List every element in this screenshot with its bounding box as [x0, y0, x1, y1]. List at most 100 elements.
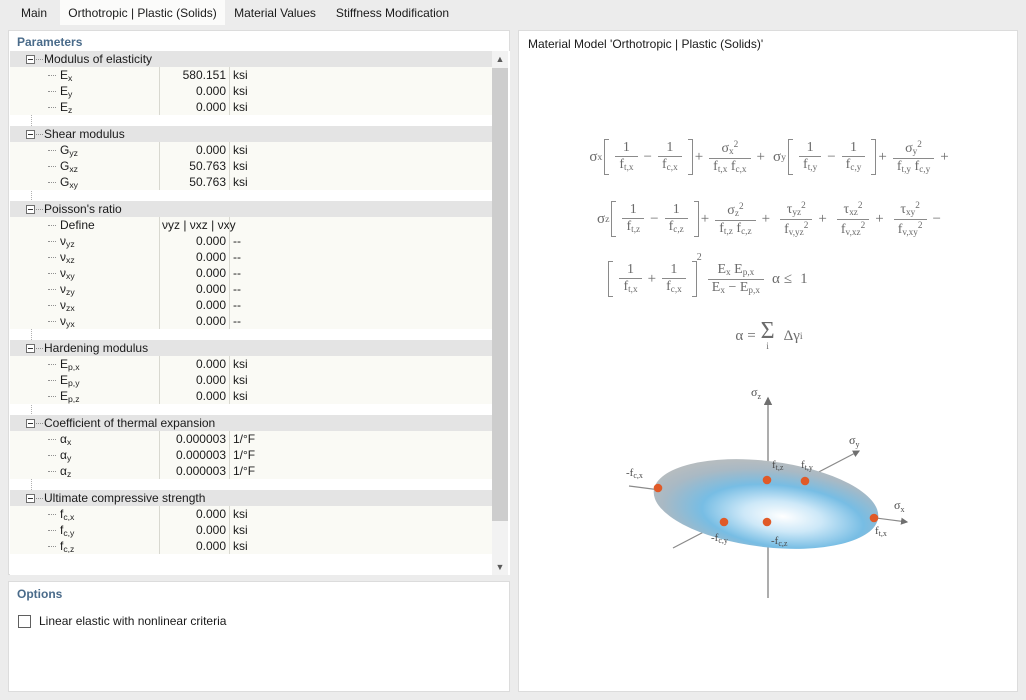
point-neg-fcz [762, 517, 772, 527]
column-divider [229, 522, 230, 538]
tree-row[interactable]: Define νyz | νxz | νxy [10, 217, 494, 233]
failure-criterion-formulas: σx 1 ft,x − 1 fc,x + σx2 ft,x fc,x + σy 1 ft… [519, 126, 1019, 364]
tree-row[interactable]: fc,z 0.000 ksi [10, 538, 494, 554]
material-model-title: Material Model 'Orthotropic | Plastic (S… [528, 37, 764, 51]
parameter-value[interactable]: 0.000 [160, 314, 226, 328]
tree-row[interactable]: Ex 580.151 ksi [10, 67, 494, 83]
collapse-expander-icon[interactable] [26, 494, 35, 503]
point-ftz [762, 475, 772, 485]
parameter-value[interactable]: 0.000 [160, 373, 226, 387]
tree-row[interactable]: νzx 0.000 -- [10, 297, 494, 313]
parameter-unit: 1/°F [233, 464, 256, 478]
collapse-expander-icon[interactable] [26, 205, 35, 214]
tree-group-header[interactable]: Poisson's ratio [10, 201, 494, 217]
tree-group-header[interactable]: Coefficient of thermal expansion [10, 415, 494, 431]
chevron-up-icon[interactable]: ▲ [492, 51, 508, 67]
parameter-value[interactable]: 0.000 [160, 234, 226, 248]
parameters-panel: Parameters Modulus of elasticity Ex 580.15… [8, 30, 510, 575]
tree-row[interactable]: Ep,y 0.000 ksi [10, 372, 494, 388]
tab-orthotropic-plastic-solids-label: Orthotropic | Plastic (Solids) [68, 6, 217, 20]
label-neg-fcx: -fc,x [626, 467, 643, 480]
options-panel: Options Linear elastic with nonlinear cr… [8, 581, 510, 692]
column-divider [229, 233, 230, 249]
parameter-unit: ksi [233, 159, 248, 173]
tree-row[interactable]: νxy 0.000 -- [10, 265, 494, 281]
linear-elastic-checkbox[interactable] [18, 614, 31, 628]
parameter-value[interactable]: 0.000 [160, 143, 226, 157]
tab-main[interactable]: Main [8, 0, 60, 26]
parameter-value[interactable]: 0.000 [160, 250, 226, 264]
tree-row[interactable]: Ey 0.000 ksi [10, 83, 494, 99]
parameter-value[interactable]: 0.000003 [160, 432, 226, 446]
tree-row[interactable]: νxz 0.000 -- [10, 249, 494, 265]
linear-elastic-option-row[interactable]: Linear elastic with nonlinear criteria [18, 614, 226, 628]
tree-row[interactable]: Ep,x 0.000 ksi [10, 356, 494, 372]
tree-connector [48, 289, 56, 290]
parameter-value[interactable]: 0.000003 [160, 448, 226, 462]
tree-row[interactable]: αy 0.000003 1/°F [10, 447, 494, 463]
tree-connector [48, 530, 56, 531]
tree-row[interactable]: fc,x 0.000 ksi [10, 506, 494, 522]
parameter-value[interactable]: 0.000003 [160, 464, 226, 478]
formula-line-2: σz 1 ft,z − 1 fc,z + σz2 ft,z fc,z + τyz2 fv… [596, 199, 942, 238]
tree-row[interactable]: αz 0.000003 1/°F [10, 463, 494, 479]
scrollbar-thumb[interactable] [492, 68, 508, 521]
tree-row[interactable]: Ez 0.000 ksi [10, 99, 494, 115]
tree-row[interactable]: Gxz 50.763 ksi [10, 158, 494, 174]
tab-orthotropic-plastic-solids[interactable]: Orthotropic | Plastic (Solids) [60, 0, 225, 26]
parameter-value[interactable]: 0.000 [160, 539, 226, 553]
parameter-label: fc,x [60, 507, 75, 523]
collapse-expander-icon[interactable] [26, 419, 35, 428]
parameter-label: Gxz [60, 159, 78, 175]
column-divider [229, 67, 230, 83]
parameter-value[interactable]: 0.000 [160, 389, 226, 403]
parameter-unit: ksi [233, 100, 248, 114]
tree-group-header[interactable]: Ultimate compressive strength [10, 490, 494, 506]
parameter-value[interactable]: 0.000 [160, 298, 226, 312]
parameter-value[interactable]: 0.000 [160, 266, 226, 280]
tree-connector [48, 225, 56, 226]
tree-row[interactable]: νyx 0.000 -- [10, 313, 494, 329]
parameter-value[interactable]: 0.000 [160, 282, 226, 296]
parameter-unit: ksi [233, 143, 248, 157]
parameter-value[interactable]: 50.763 [160, 159, 226, 173]
tree-row[interactable]: Gxy 50.763 ksi [10, 174, 494, 190]
tab-stiffness-modification[interactable]: Stiffness Modification [325, 0, 460, 26]
parameter-value[interactable]: 580.151 [160, 68, 226, 82]
tree-row[interactable]: fc,y 0.000 ksi [10, 522, 494, 538]
parameter-label: νzx [60, 298, 75, 314]
tab-material-values-label: Material Values [234, 6, 316, 20]
column-divider [229, 217, 230, 233]
tree-row[interactable]: αx 0.000003 1/°F [10, 431, 494, 447]
parameter-value[interactable]: νyz | νxz | νxy [162, 218, 282, 232]
tree-connector [48, 75, 56, 76]
parameter-value[interactable]: 0.000 [160, 100, 226, 114]
tree-group-header[interactable]: Shear modulus [10, 126, 494, 142]
tree-group-header[interactable]: Modulus of elasticity [10, 51, 494, 67]
tree-row[interactable]: νzy 0.000 -- [10, 281, 494, 297]
column-divider [229, 356, 230, 372]
yield-surface-diagram: σz σx σy -fc,x ft,x ft,z -fc,z ft,y -fc,… [611, 376, 941, 619]
tree-row[interactable]: Gyz 0.000 ksi [10, 142, 494, 158]
tree-group-spacer [10, 115, 494, 126]
parameter-unit: ksi [233, 357, 248, 371]
tree-row[interactable]: νyz 0.000 -- [10, 233, 494, 249]
tree-group-spacer [10, 190, 494, 201]
tree-row[interactable]: Ep,z 0.000 ksi [10, 388, 494, 404]
parameter-unit: ksi [233, 507, 248, 521]
parameters-scrollbar[interactable]: ▲ ▼ [492, 51, 508, 575]
collapse-expander-icon[interactable] [26, 55, 35, 64]
parameter-value[interactable]: 0.000 [160, 507, 226, 521]
tab-material-values[interactable]: Material Values [225, 0, 325, 26]
tree-group-header[interactable]: Hardening modulus [10, 340, 494, 356]
parameter-unit: -- [233, 234, 241, 248]
parameter-value[interactable]: 0.000 [160, 84, 226, 98]
parameter-value[interactable]: 0.000 [160, 523, 226, 537]
collapse-expander-icon[interactable] [26, 130, 35, 139]
point-neg-fcy [719, 517, 729, 527]
parameter-value[interactable]: 0.000 [160, 357, 226, 371]
collapse-expander-icon[interactable] [26, 344, 35, 353]
parameter-value[interactable]: 50.763 [160, 175, 226, 189]
chevron-down-icon[interactable]: ▼ [492, 559, 508, 575]
parameter-unit: -- [233, 298, 241, 312]
